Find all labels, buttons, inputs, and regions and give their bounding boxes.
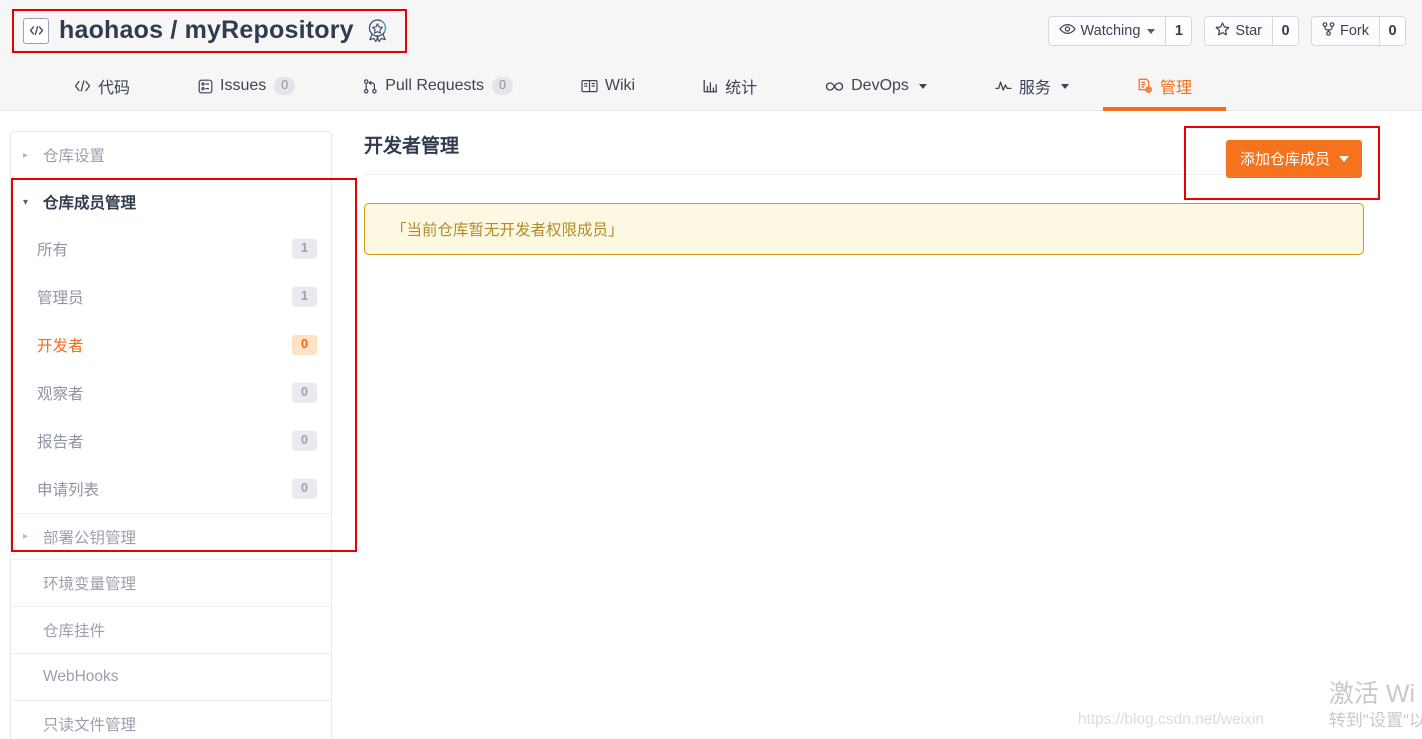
fork-button[interactable]: Fork	[1312, 17, 1379, 45]
sidebar-item-admins-label: 管理员	[37, 290, 84, 307]
watching-button-group[interactable]: Watching 1	[1047, 16, 1193, 46]
star-button[interactable]: Star	[1205, 17, 1272, 45]
sidebar-item-readonly-files-label: 只读文件管理	[43, 717, 137, 734]
repo-actions: Watching 1 Star 0 Fork 0	[1047, 16, 1406, 46]
sidebar-item-all-members-count: 1	[292, 239, 317, 259]
tab-pull-requests-count: 0	[491, 77, 513, 95]
sidebar-item-deploy-keys[interactable]: ▸ 部署公钥管理	[11, 513, 331, 560]
sidebar-item-developers[interactable]: 开发者 0	[11, 321, 331, 369]
add-member-button[interactable]: 添加仓库成员	[1225, 140, 1362, 178]
repo-title-annotated-box: haohaos / myRepository	[12, 9, 407, 53]
medal-star-icon	[364, 17, 391, 44]
settings-sidebar: ▸ 仓库设置 ▾ 仓库成员管理 所有 1 管理员 1 开发者 0 观察者 0 报…	[10, 131, 357, 739]
tab-devops[interactable]: DevOps	[791, 62, 961, 110]
tab-issues-count: 0	[274, 77, 296, 95]
page-body: ▸ 仓库设置 ▾ 仓库成员管理 所有 1 管理员 1 开发者 0 观察者 0 报…	[0, 111, 1422, 739]
tab-code[interactable]: 代码	[40, 62, 164, 110]
tab-management-label: 管理	[1159, 80, 1192, 97]
page-title[interactable]: haohaos / myRepository	[59, 16, 354, 45]
sidebar-item-repo-settings-label: 仓库设置	[43, 148, 106, 165]
tab-pull-requests[interactable]: Pull Requests 0	[329, 62, 547, 110]
chevron-right-icon: ▸	[23, 149, 29, 161]
watching-button[interactable]: Watching	[1048, 17, 1166, 45]
sidebar-item-webhooks[interactable]: WebHooks	[11, 654, 331, 701]
tab-wiki-label: Wiki	[604, 77, 636, 94]
tab-services-label: 服务	[1018, 80, 1051, 97]
tab-issues-label: Issues	[220, 77, 267, 94]
watching-label: Watching	[1080, 23, 1141, 39]
settings-doc-icon	[1137, 78, 1153, 94]
tab-devops-label: DevOps	[851, 77, 909, 94]
chevron-down-icon	[918, 83, 927, 89]
sidebar-item-reporters-count: 0	[292, 431, 317, 451]
sidebar-item-reporters[interactable]: 报告者 0	[11, 417, 331, 465]
main-nav: 代码 Issues 0 Pull Requests 0 Wiki 统计 DevO…	[0, 62, 1422, 111]
sidebar-item-readonly-files[interactable]: 只读文件管理	[11, 701, 331, 739]
sidebar-item-developers-label: 开发者	[37, 338, 84, 355]
chart-icon	[703, 79, 718, 93]
tab-management[interactable]: 管理	[1102, 62, 1226, 111]
sidebar-item-env-variables[interactable]: 环境变量管理	[11, 560, 331, 607]
fork-label: Fork	[1340, 23, 1369, 39]
chevron-down-icon	[1147, 28, 1156, 34]
chevron-down-icon	[1060, 83, 1069, 89]
empty-state-alert-text: 「当前仓库暂无开发者权限成员」	[391, 222, 624, 239]
sidebar-item-all-members-label: 所有	[37, 242, 69, 259]
fork-icon	[1322, 22, 1335, 40]
empty-state-alert: 「当前仓库暂无开发者权限成员」	[364, 203, 1364, 255]
tab-issues[interactable]: Issues 0	[164, 62, 329, 110]
eye-icon	[1058, 23, 1076, 39]
sidebar-group-member-management-label: 仓库成员管理	[43, 195, 137, 212]
sidebar-item-admins-count: 1	[292, 287, 317, 307]
book-icon	[581, 79, 598, 93]
add-member-button-label: 添加仓库成员	[1239, 151, 1330, 168]
sidebar-item-applications-count: 0	[292, 479, 317, 499]
sidebar-item-env-variables-label: 环境变量管理	[43, 576, 137, 593]
pr-icon	[363, 78, 378, 94]
tab-pull-requests-label: Pull Requests	[385, 77, 484, 94]
sidebar-item-applications[interactable]: 申请列表 0	[11, 465, 331, 513]
top-header: haohaos / myRepository Watching 1 Star 0…	[0, 0, 1422, 62]
sidebar-item-developers-count: 0	[292, 335, 317, 355]
sidebar-item-repo-widgets-label: 仓库挂件	[43, 623, 106, 640]
sidebar-item-repo-settings[interactable]: ▸ 仓库设置	[11, 132, 331, 179]
sidebar-item-repo-widgets[interactable]: 仓库挂件	[11, 607, 331, 654]
issue-icon	[198, 79, 213, 94]
sidebar-item-reporters-label: 报告者	[37, 434, 84, 451]
star-label: Star	[1235, 23, 1262, 39]
fork-count: 0	[1379, 17, 1405, 45]
chevron-right-icon: ▸	[23, 531, 29, 542]
tab-statistics[interactable]: 统计	[669, 62, 791, 110]
star-button-group[interactable]: Star 0	[1204, 16, 1299, 46]
sidebar-item-webhooks-label: WebHooks	[43, 668, 119, 685]
content-header: 开发者管理	[364, 131, 1364, 175]
chevron-down-icon	[1339, 155, 1349, 162]
sidebar-item-observers[interactable]: 观察者 0	[11, 369, 331, 417]
tab-code-label: 代码	[98, 80, 131, 97]
sidebar-item-admins[interactable]: 管理员 1	[11, 273, 331, 321]
infinity-icon	[825, 81, 844, 92]
watching-count: 1	[1165, 17, 1192, 45]
star-icon	[1215, 22, 1230, 40]
tab-wiki[interactable]: Wiki	[547, 62, 669, 110]
pulse-icon	[995, 80, 1012, 92]
sidebar-group-member-management[interactable]: ▾ 仓库成员管理	[11, 179, 331, 225]
sidebar-item-applications-label: 申请列表	[37, 482, 100, 499]
sidebar-item-observers-count: 0	[292, 383, 317, 403]
chevron-down-icon: ▾	[23, 196, 29, 208]
sidebar-item-deploy-keys-label: 部署公钥管理	[43, 529, 137, 547]
code-icon	[74, 80, 91, 92]
content-title: 开发者管理	[364, 136, 460, 157]
tab-statistics-label: 统计	[725, 80, 758, 97]
sidebar-item-observers-label: 观察者	[37, 386, 84, 403]
code-brackets-icon	[23, 17, 49, 44]
tab-services[interactable]: 服务	[961, 62, 1103, 110]
sidebar-item-all-members[interactable]: 所有 1	[11, 225, 331, 273]
main-content: 开发者管理 添加仓库成员 「当前仓库暂无开发者权限成员」	[332, 126, 1422, 739]
star-count: 0	[1272, 17, 1298, 45]
fork-button-group[interactable]: Fork 0	[1311, 16, 1406, 46]
